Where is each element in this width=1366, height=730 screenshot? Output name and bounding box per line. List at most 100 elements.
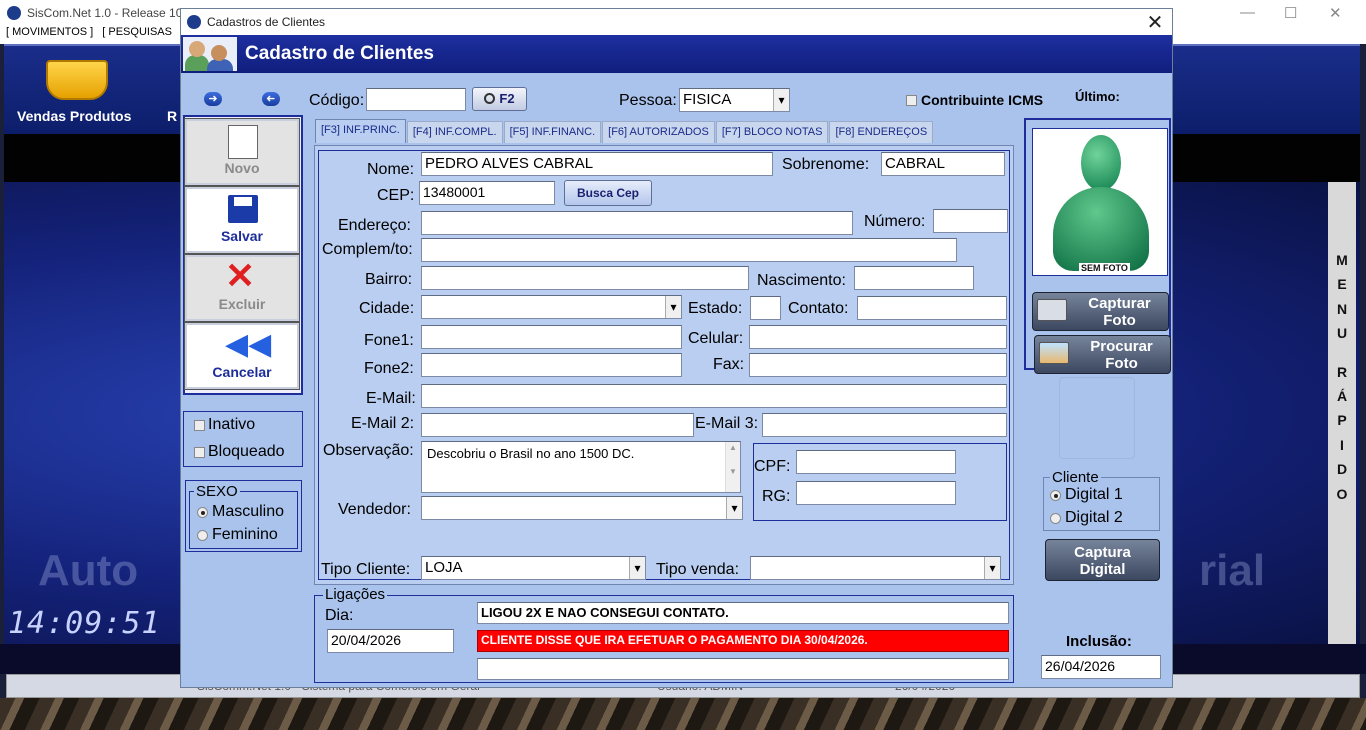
dia-input[interactable]: 20/04/2026 bbox=[327, 629, 454, 653]
menu-pesquisas[interactable]: [ PESQUISAS bbox=[102, 26, 172, 38]
excluir-button[interactable]: ✕ Excluir bbox=[184, 254, 300, 322]
numero-input[interactable] bbox=[933, 209, 1008, 233]
status-flags-group: Inativo Bloqueado bbox=[183, 411, 303, 467]
masculino-radio[interactable] bbox=[197, 506, 208, 518]
procurar-label-1: Procurar bbox=[1090, 338, 1153, 355]
email2-input[interactable] bbox=[421, 413, 694, 437]
celular-input[interactable] bbox=[749, 325, 1007, 349]
inativo-option[interactable]: Inativo bbox=[194, 416, 255, 434]
cpf-input[interactable] bbox=[796, 450, 956, 474]
menu-rapido-letter: O bbox=[1336, 485, 1348, 502]
digital1-radio[interactable] bbox=[1050, 489, 1061, 501]
maximize-icon[interactable]: ☐ bbox=[1284, 4, 1297, 22]
watermark-right: rial bbox=[1199, 546, 1266, 595]
tab-inf-financ[interactable]: [F5] INF.FINANC. bbox=[503, 121, 602, 143]
rg-input[interactable] bbox=[796, 481, 956, 505]
email-input[interactable] bbox=[421, 384, 1007, 408]
tab-inf-princ[interactable]: [F3] INF.PRINC. bbox=[315, 119, 406, 143]
tab-autorizados[interactable]: [F6] AUTORIZADOS bbox=[602, 121, 715, 143]
sobrenome-input[interactable]: CABRAL bbox=[881, 152, 1005, 176]
scrollbar-vertical[interactable]: ▲ ▼ bbox=[725, 442, 740, 492]
sexo-group: SEXO Masculino Feminino bbox=[185, 480, 302, 552]
dia-label: Dia: bbox=[325, 607, 354, 624]
contato-label: Contato: bbox=[788, 300, 849, 317]
nome-input[interactable]: PEDRO ALVES CABRAL bbox=[421, 152, 773, 176]
cpf-label: CPF: bbox=[754, 458, 791, 475]
cidade-select[interactable] bbox=[421, 295, 682, 319]
capturar-foto-button[interactable]: Capturar Foto bbox=[1032, 292, 1169, 331]
tab-enderecos[interactable]: [F8] ENDEREÇOS bbox=[829, 121, 934, 143]
tab-panel-inf-princ: Nome: PEDRO ALVES CABRAL Sobrenome: CABR… bbox=[314, 145, 1014, 585]
no-photo-text: SEM FOTO bbox=[1079, 263, 1130, 273]
tab-bloco-notas[interactable]: [F7] BLOCO NOTAS bbox=[715, 121, 829, 143]
email3-input[interactable] bbox=[762, 413, 1007, 437]
endereco-input[interactable] bbox=[421, 211, 853, 235]
procurar-foto-button[interactable]: Procurar Foto bbox=[1034, 335, 1171, 374]
bloqueado-option[interactable]: Bloqueado bbox=[194, 443, 285, 461]
digital2-radio[interactable] bbox=[1050, 512, 1061, 524]
menu-rapido-letter: E bbox=[1337, 276, 1347, 293]
digital1-option[interactable]: Digital 1 bbox=[1050, 486, 1123, 504]
inclusao-input[interactable]: 26/04/2026 bbox=[1041, 655, 1161, 679]
codigo-input[interactable] bbox=[366, 88, 466, 111]
menu-rapido-letter: N bbox=[1336, 300, 1348, 317]
fone2-label: Fone2: bbox=[364, 360, 414, 377]
inativo-checkbox[interactable] bbox=[194, 419, 205, 431]
form-frame: Nome: PEDRO ALVES CABRAL Sobrenome: CABR… bbox=[318, 150, 1010, 580]
digital2-option[interactable]: Digital 2 bbox=[1050, 509, 1123, 527]
feminino-option[interactable]: Feminino bbox=[197, 526, 278, 544]
toolbar-item-r[interactable]: R bbox=[167, 108, 177, 124]
observacao-textarea[interactable]: Descobriu o Brasil no ano 1500 DC. ▲ ▼ bbox=[421, 441, 741, 493]
shopping-basket-icon[interactable] bbox=[46, 60, 108, 100]
digital2-label: Digital 2 bbox=[1065, 509, 1123, 526]
fone1-input[interactable] bbox=[421, 325, 682, 349]
estado-input[interactable] bbox=[750, 296, 781, 320]
salvar-label: Salvar bbox=[220, 228, 264, 244]
next-record-icon[interactable]: ➜ bbox=[204, 92, 222, 106]
nascimento-input[interactable] bbox=[854, 266, 974, 290]
vendedor-select[interactable] bbox=[421, 496, 743, 520]
sexo-legend: SEXO bbox=[194, 483, 240, 500]
vendedor-label: Vendedor: bbox=[338, 501, 411, 518]
minimize-icon[interactable]: — bbox=[1240, 4, 1255, 21]
feminino-radio[interactable] bbox=[197, 529, 208, 541]
busca-cep-button[interactable]: Busca Cep bbox=[564, 180, 652, 206]
fone2-input[interactable] bbox=[421, 353, 682, 377]
contato-input[interactable] bbox=[857, 296, 1007, 320]
captura-digital-label-2: Digital bbox=[1079, 561, 1126, 578]
cancelar-button[interactable]: ◀◀ Cancelar bbox=[184, 322, 300, 390]
menu-rapido-letter: U bbox=[1336, 325, 1348, 342]
browse-image-icon bbox=[1039, 342, 1069, 364]
observacao-text: Descobriu o Brasil no ano 1500 DC. bbox=[427, 446, 635, 461]
captura-digital-button[interactable]: Captura Digital bbox=[1045, 539, 1160, 581]
novo-button[interactable]: Novo bbox=[184, 118, 300, 186]
menu-movimentos[interactable]: [ MOVIMENTOS ] bbox=[6, 26, 93, 38]
masculino-option[interactable]: Masculino bbox=[197, 503, 284, 521]
ligacao-note-1[interactable]: LIGOU 2X E NAO CONSEGUI CONTATO. bbox=[477, 602, 1009, 624]
bairro-input[interactable] bbox=[421, 266, 749, 290]
dialog-header-title: Cadastro de Clientes bbox=[245, 43, 434, 64]
toolbar-vendas-produtos[interactable]: Vendas Produtos bbox=[17, 108, 131, 124]
dialog-app-icon bbox=[187, 15, 201, 29]
salvar-button[interactable]: Salvar bbox=[184, 186, 300, 254]
customers-icon bbox=[183, 37, 237, 71]
ligacao-note-2[interactable]: CLIENTE DISSE QUE IRA EFETUAR O PAGAMENT… bbox=[477, 630, 1009, 652]
menu-rapido-letter: P bbox=[1337, 412, 1347, 429]
search-f2-button[interactable]: F2 bbox=[472, 87, 527, 111]
tipo-venda-select[interactable] bbox=[750, 556, 1001, 580]
fax-input[interactable] bbox=[749, 353, 1007, 377]
tab-inf-compl[interactable]: [F4] INF.COMPL. bbox=[406, 121, 503, 143]
previous-record-icon[interactable]: ➜ bbox=[262, 92, 280, 106]
complemento-input[interactable] bbox=[421, 238, 957, 262]
bloqueado-checkbox[interactable] bbox=[194, 446, 205, 458]
menu-rapido[interactable]: M E N U R Á P I D O bbox=[1328, 182, 1356, 644]
close-dialog-icon[interactable]: ✕ bbox=[1144, 10, 1166, 35]
cep-input[interactable]: 13480001 bbox=[419, 181, 555, 205]
captura-digital-label-1: Captura bbox=[1074, 544, 1131, 561]
close-main-icon[interactable]: ✕ bbox=[1329, 4, 1342, 22]
pessoa-select[interactable]: FISICA bbox=[679, 88, 790, 112]
ligacao-note-3[interactable] bbox=[477, 658, 1009, 680]
tipo-cliente-select[interactable]: LOJA bbox=[421, 556, 646, 580]
menu-rapido-letter: I bbox=[1340, 436, 1344, 453]
icms-checkbox[interactable] bbox=[906, 95, 917, 106]
